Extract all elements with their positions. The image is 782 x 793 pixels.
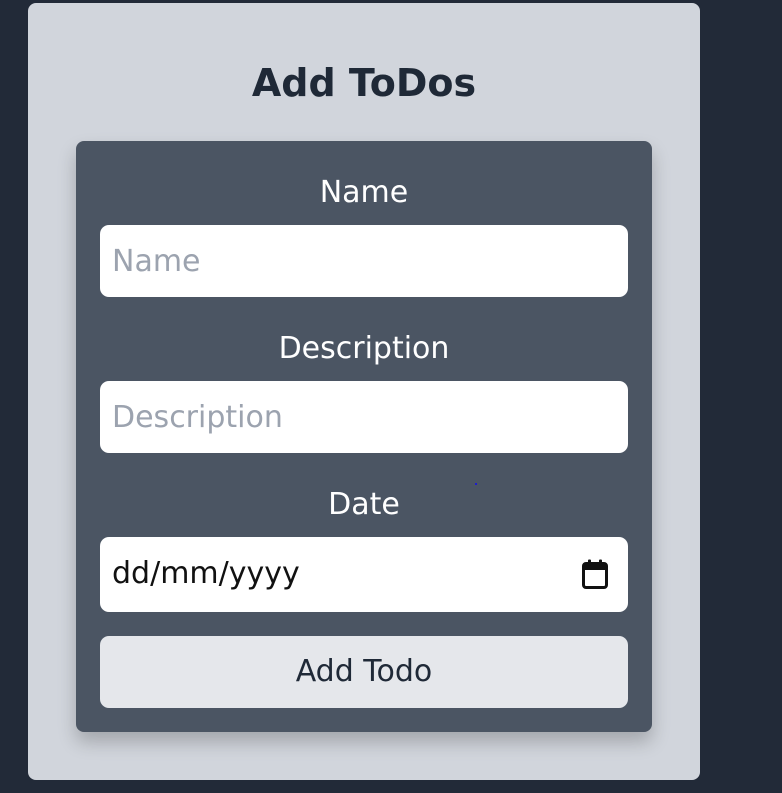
add-todo-card: Add ToDos Name Description Date dd/mm/yy… xyxy=(28,3,700,780)
name-label: Name xyxy=(319,175,409,210)
todo-form: Name Description Date dd/mm/yyyy Add Tod… xyxy=(76,141,652,732)
date-input[interactable]: dd/mm/yyyy xyxy=(100,537,628,612)
add-todo-button[interactable]: Add Todo xyxy=(100,636,628,708)
date-label: Date xyxy=(328,487,400,522)
date-value: dd/mm/yyyy xyxy=(112,556,300,591)
description-input[interactable] xyxy=(100,381,628,453)
stray-pixel xyxy=(475,483,477,485)
description-label: Description xyxy=(278,331,450,366)
name-input[interactable] xyxy=(100,225,628,297)
calendar-icon[interactable] xyxy=(580,558,610,591)
page-title: Add ToDos xyxy=(251,61,477,105)
